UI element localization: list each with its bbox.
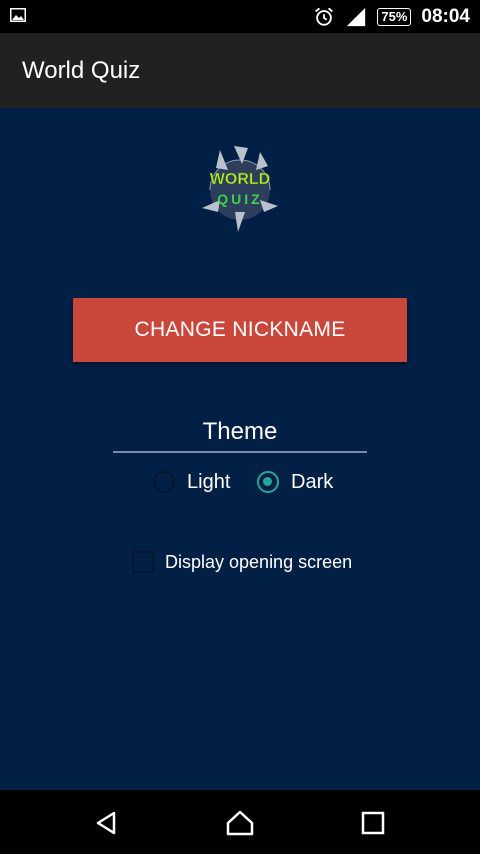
battery-icon: 75% xyxy=(377,7,412,26)
opening-screen-label: Display opening screen xyxy=(165,551,353,572)
world-quiz-logo: WORLD QUIZ xyxy=(202,146,278,232)
logo-text-world: WORLD xyxy=(210,171,270,188)
navigation-bar xyxy=(0,790,480,854)
signal-icon xyxy=(347,7,366,26)
theme-option-light[interactable]: Light xyxy=(153,468,230,496)
back-icon[interactable] xyxy=(92,808,122,838)
theme-divider xyxy=(113,451,367,453)
opening-screen-checkbox[interactable] xyxy=(132,551,154,573)
status-bar: 75% 08:04 xyxy=(0,0,480,33)
status-time: 08:04 xyxy=(421,5,470,27)
recents-icon[interactable] xyxy=(358,808,388,838)
gallery-icon xyxy=(10,8,26,22)
radio-dark-icon[interactable] xyxy=(257,471,279,493)
theme-option-dark-label: Dark xyxy=(291,470,334,493)
change-nickname-button[interactable]: CHANGE NICKNAME xyxy=(73,298,407,362)
app-title: World Quiz xyxy=(22,57,141,84)
radio-light-icon[interactable] xyxy=(153,471,175,493)
alarm-icon xyxy=(315,7,334,26)
theme-title: Theme xyxy=(202,418,278,445)
app-bar: World Quiz xyxy=(0,33,480,108)
logo-text-quiz: QUIZ xyxy=(217,191,262,207)
home-icon[interactable] xyxy=(225,808,255,838)
theme-option-light-label: Light xyxy=(187,470,231,493)
opening-screen-option[interactable]: Display opening screen xyxy=(132,551,352,573)
theme-option-dark[interactable]: Dark xyxy=(257,468,333,496)
